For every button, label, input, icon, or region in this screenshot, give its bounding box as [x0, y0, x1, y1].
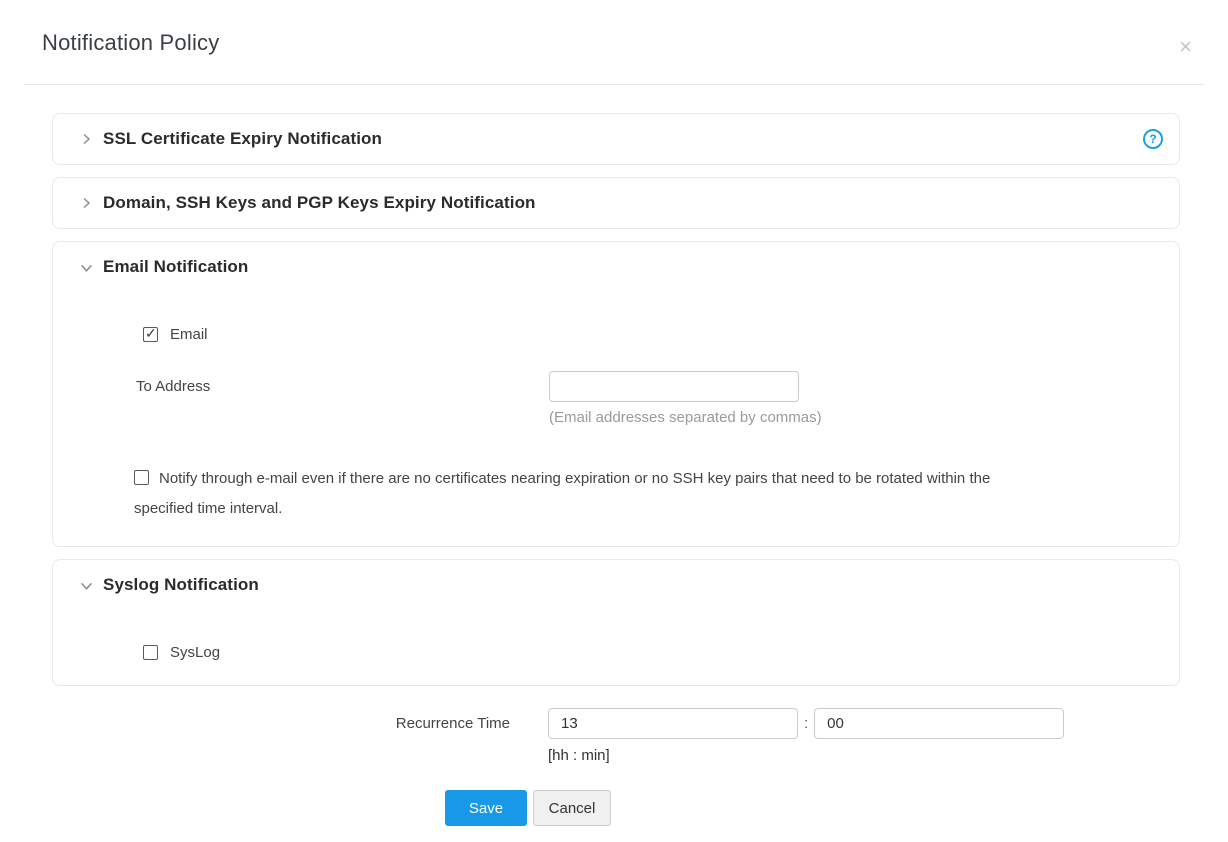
email-checkbox-row: Email: [143, 326, 1179, 343]
section-syslog-notification: Syslog Notification SysLog: [52, 559, 1180, 686]
to-address-field-group: (Email addresses separated by commas): [549, 371, 822, 426]
help-icon[interactable]: ?: [1143, 129, 1163, 149]
section-title: Syslog Notification: [103, 575, 259, 595]
action-buttons: Save Cancel: [445, 790, 1228, 826]
cancel-button[interactable]: Cancel: [533, 790, 611, 826]
save-button[interactable]: Save: [445, 790, 527, 826]
recurrence-minute-input[interactable]: [814, 708, 1064, 739]
syslog-checkbox-row: SysLog: [143, 644, 1179, 661]
notification-policy-dialog: Notification Policy × SSL Certificate Ex…: [0, 0, 1228, 842]
section-ssl-header[interactable]: SSL Certificate Expiry Notification ?: [53, 114, 1179, 164]
section-title: Email Notification: [103, 257, 248, 277]
dialog-header: Notification Policy ×: [0, 0, 1228, 84]
section-title: SSL Certificate Expiry Notification: [103, 129, 382, 149]
to-address-hint: (Email addresses separated by commas): [549, 409, 822, 426]
chevron-down-icon[interactable]: [79, 260, 93, 274]
notify-anyway-checkbox[interactable]: [134, 470, 149, 485]
notify-anyway-label[interactable]: Notify through e-mail even if there are …: [134, 470, 990, 517]
chevron-right-icon[interactable]: [79, 132, 93, 146]
section-email-notification: Email Notification Email To Address (Ema…: [52, 241, 1180, 547]
email-checkbox[interactable]: [143, 327, 158, 342]
chevron-down-icon[interactable]: [79, 578, 93, 592]
header-divider: [24, 84, 1204, 85]
page-title: Notification Policy: [42, 30, 1204, 56]
time-separator: :: [804, 715, 808, 732]
recurrence-hour-input[interactable]: [548, 708, 798, 739]
chevron-right-icon[interactable]: [79, 196, 93, 210]
to-address-input[interactable]: [549, 371, 799, 402]
syslog-checkbox[interactable]: [143, 645, 158, 660]
section-ssl-certificate-expiry: SSL Certificate Expiry Notification ?: [52, 113, 1180, 165]
syslog-checkbox-label[interactable]: SysLog: [170, 644, 220, 661]
section-title: Domain, SSH Keys and PGP Keys Expiry Not…: [103, 193, 536, 213]
to-address-label: To Address: [136, 371, 549, 426]
section-domain-ssh-pgp-expiry: Domain, SSH Keys and PGP Keys Expiry Not…: [52, 177, 1180, 229]
notify-anyway-checkbox-row[interactable]: Notify through e-mail even if there are …: [134, 464, 996, 546]
to-address-row: To Address (Email addresses separated by…: [136, 371, 1179, 426]
recurrence-format-hint: [hh : min]: [548, 747, 1228, 764]
recurrence-time-label: Recurrence Time: [52, 715, 510, 732]
recurrence-time-row: Recurrence Time :: [52, 708, 1228, 739]
section-syslog-header[interactable]: Syslog Notification: [53, 560, 1179, 610]
close-icon[interactable]: ×: [1179, 36, 1192, 58]
section-email-header[interactable]: Email Notification: [53, 242, 1179, 292]
dialog-content: SSL Certificate Expiry Notification ? Do…: [52, 113, 1180, 686]
section-domain-header[interactable]: Domain, SSH Keys and PGP Keys Expiry Not…: [53, 178, 1179, 228]
email-checkbox-label[interactable]: Email: [170, 326, 208, 343]
